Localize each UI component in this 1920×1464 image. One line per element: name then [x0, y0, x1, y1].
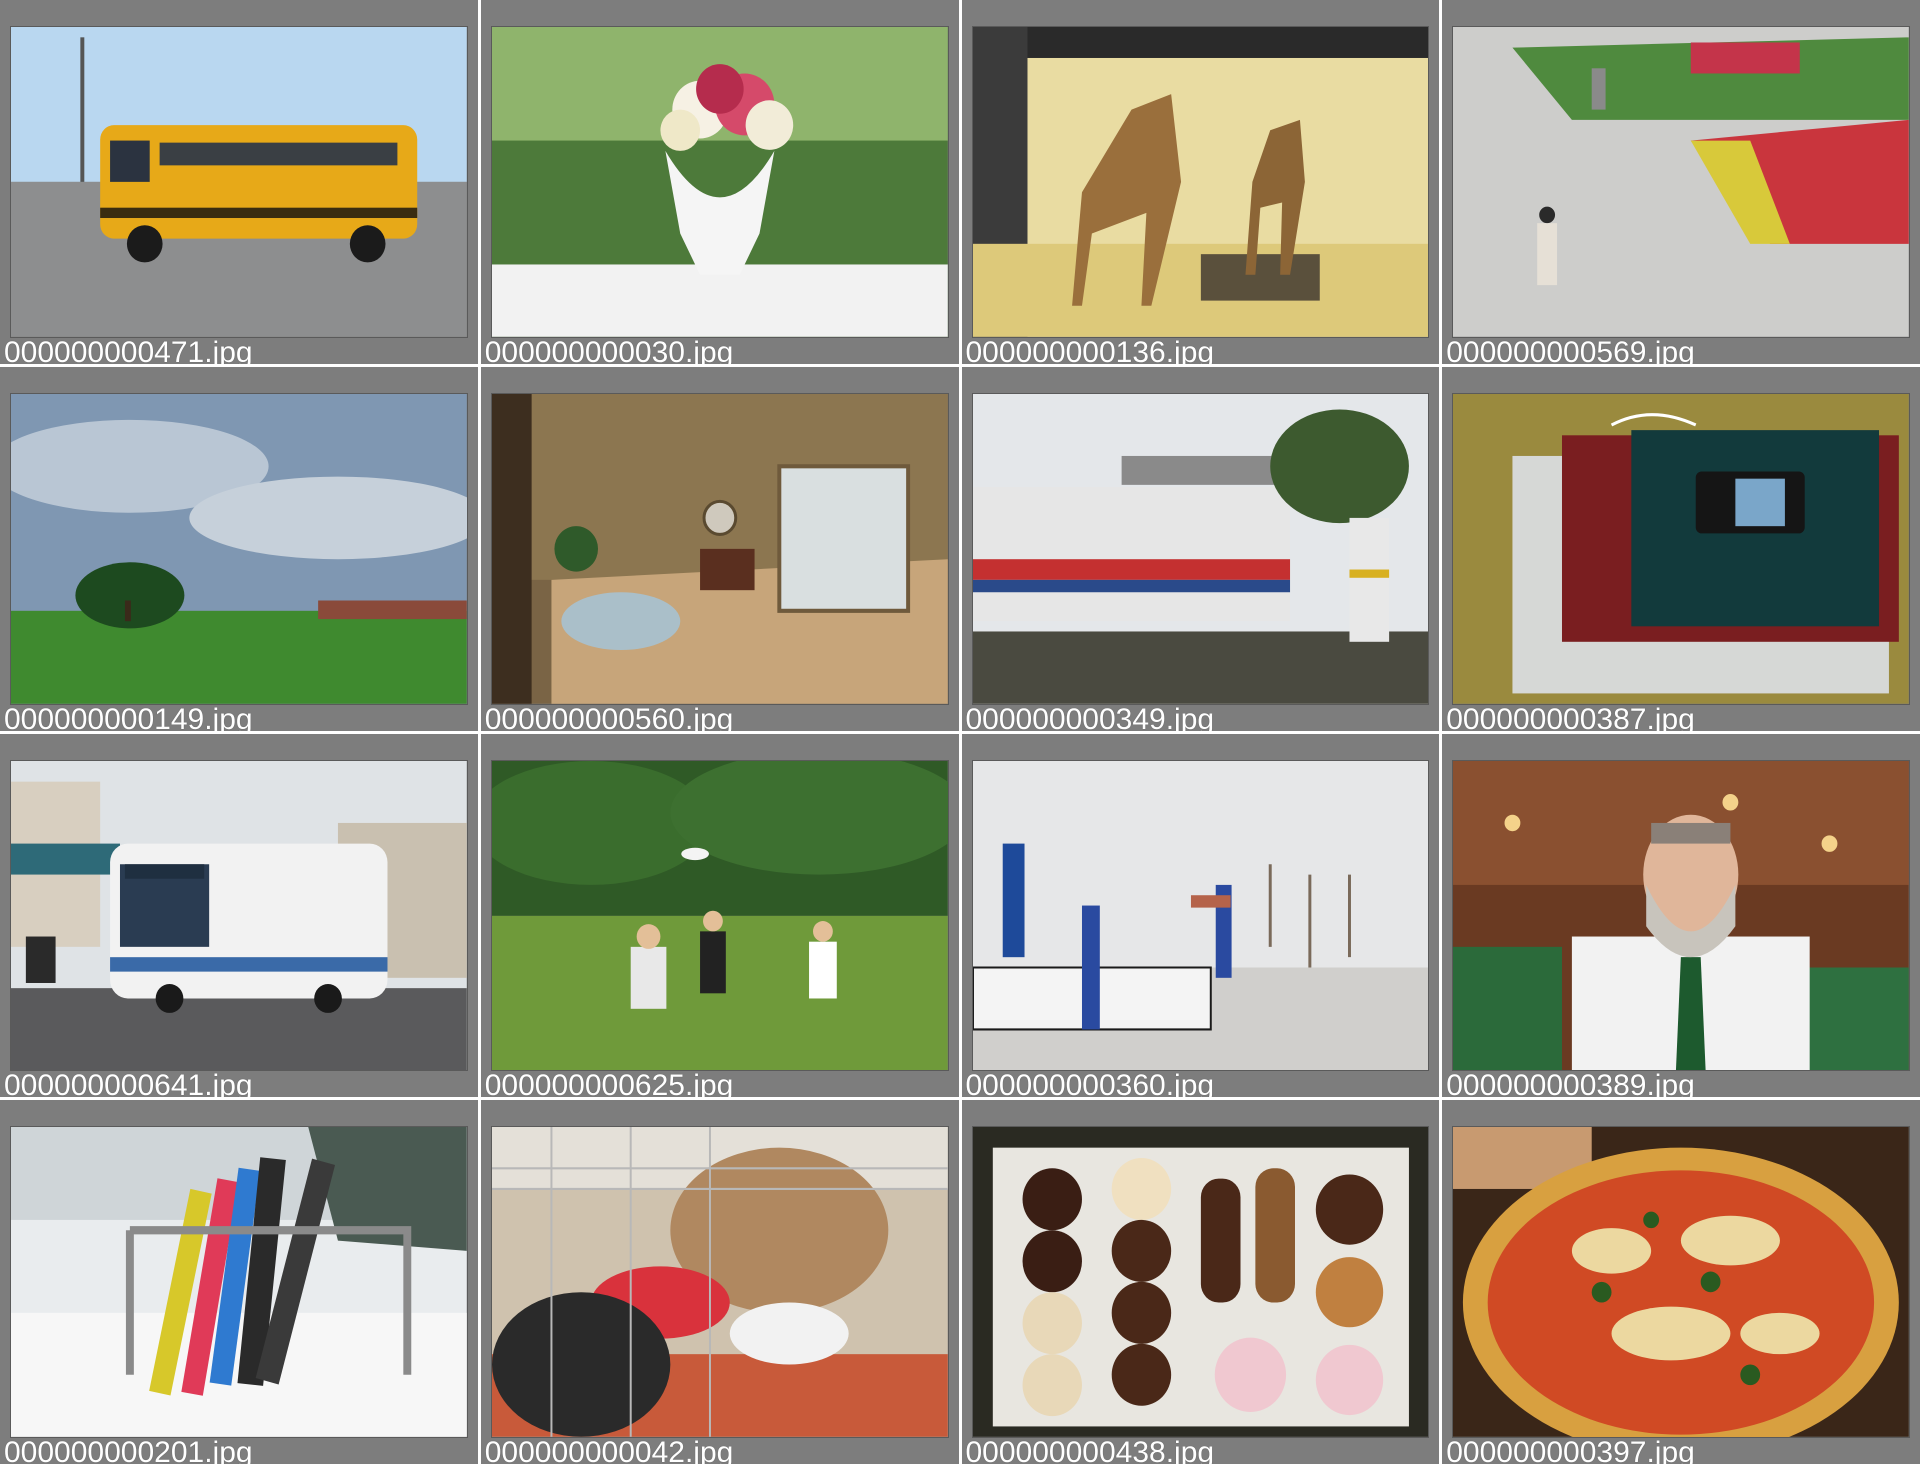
gallery-tile[interactable]: 000000000349.jpg	[961, 366, 1440, 731]
file-name-label: 000000000349.jpg	[965, 702, 1215, 731]
file-name-label: 000000000438.jpg	[965, 1436, 1215, 1464]
thumbnail-image[interactable]	[1452, 26, 1910, 338]
gallery-tile[interactable]: 000000000397.jpg	[1442, 1100, 1920, 1464]
gallery-tile[interactable]: 000000000149.jpg	[0, 366, 478, 731]
thumbnail-image[interactable]	[1452, 1126, 1910, 1438]
file-name-label: 000000000360.jpg	[965, 1069, 1215, 1098]
file-name-label: 000000000387.jpg	[1446, 702, 1695, 731]
gallery-tile[interactable]: 000000000560.jpg	[480, 366, 959, 731]
thumbnail-image[interactable]	[490, 1126, 949, 1438]
thumbnail-image[interactable]	[1452, 759, 1910, 1072]
file-name-label: 000000000625.jpg	[484, 1069, 734, 1098]
gallery-tile[interactable]: 000000000387.jpg	[1442, 366, 1920, 731]
gallery-tile[interactable]: 000000000360.jpg	[961, 733, 1440, 1098]
gallery-tile[interactable]: 000000000438.jpg	[961, 1100, 1440, 1464]
thumbnail-image[interactable]	[971, 392, 1430, 705]
thumbnail-image[interactable]	[490, 759, 949, 1072]
thumbnail-image[interactable]	[971, 26, 1430, 338]
gallery-tile[interactable]: 000000000625.jpg	[480, 733, 959, 1098]
file-name-label: 000000000569.jpg	[1446, 335, 1695, 364]
thumbnail-image[interactable]	[1452, 392, 1910, 705]
image-gallery-grid: 000000000471.jpg 000000000030.jpg 000000…	[0, 0, 1920, 1464]
gallery-tile[interactable]: 000000000030.jpg	[480, 0, 959, 364]
gallery-tile[interactable]: 000000000389.jpg	[1442, 733, 1920, 1098]
file-name-label: 000000000149.jpg	[4, 702, 253, 731]
thumbnail-image[interactable]	[10, 26, 468, 338]
thumbnail-image[interactable]	[10, 759, 468, 1072]
file-name-label: 000000000030.jpg	[484, 335, 734, 364]
gallery-tile[interactable]: 000000000471.jpg	[0, 0, 478, 364]
gallery-tile[interactable]: 000000000569.jpg	[1442, 0, 1920, 364]
gallery-tile[interactable]: 000000000201.jpg	[0, 1100, 478, 1464]
file-name-label: 000000000397.jpg	[1446, 1436, 1695, 1464]
file-name-label: 000000000389.jpg	[1446, 1069, 1695, 1098]
file-name-label: 000000000641.jpg	[4, 1069, 253, 1098]
file-name-label: 000000000471.jpg	[4, 335, 253, 364]
thumbnail-image[interactable]	[971, 759, 1430, 1072]
gallery-tile[interactable]: 000000000042.jpg	[480, 1100, 959, 1464]
thumbnail-image[interactable]	[490, 26, 949, 338]
thumbnail-image[interactable]	[490, 392, 949, 705]
file-name-label: 000000000136.jpg	[965, 335, 1215, 364]
file-name-label: 000000000201.jpg	[4, 1436, 253, 1464]
file-name-label: 000000000042.jpg	[484, 1436, 734, 1464]
file-name-label: 000000000560.jpg	[484, 702, 734, 731]
gallery-tile[interactable]: 000000000136.jpg	[961, 0, 1440, 364]
thumbnail-image[interactable]	[971, 1126, 1430, 1438]
thumbnail-image[interactable]	[10, 392, 468, 705]
gallery-tile[interactable]: 000000000641.jpg	[0, 733, 478, 1098]
thumbnail-image[interactable]	[10, 1126, 468, 1438]
